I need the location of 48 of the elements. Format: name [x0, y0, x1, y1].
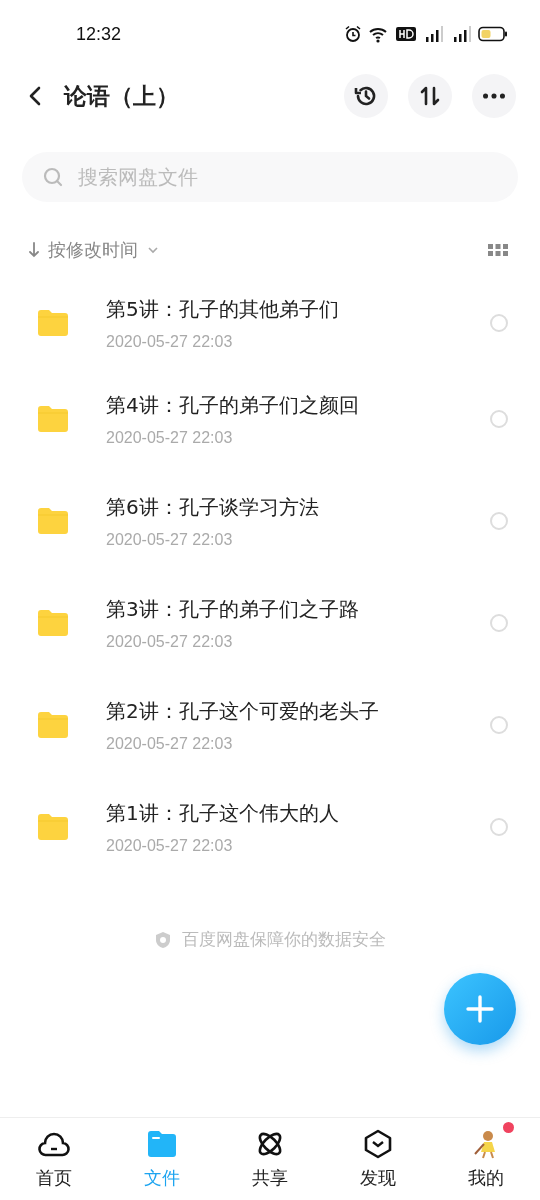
battery-icon: [478, 26, 508, 42]
folder-icon: [36, 812, 70, 842]
folder-name[interactable]: 第3讲：孔子的弟子们之子路: [106, 595, 490, 623]
folder-icon: [36, 710, 70, 740]
modified-date: 2020-05-27 22:03: [106, 332, 234, 351]
page-title: 论语（上）: [64, 81, 180, 111]
folder-icon: [36, 608, 70, 638]
select-radio[interactable]: [490, 512, 508, 530]
folder-icon: [147, 1130, 177, 1158]
folder-name[interactable]: 第1讲：孔子这个伟大的人: [106, 799, 490, 827]
more-icon: [483, 93, 505, 99]
folder-name[interactable]: 第5讲：孔子的其他弟子们: [106, 295, 490, 323]
status-time: 12:32: [76, 23, 122, 45]
modified-date: 2020-05-27 22:03: [106, 734, 234, 753]
add-button[interactable]: [444, 973, 516, 1045]
hexagon-icon: [363, 1129, 393, 1159]
nav-tab[interactable]: 发现: [324, 1118, 432, 1200]
modified-date: 2020-05-27 22:03: [106, 632, 234, 651]
shield-icon: [154, 930, 172, 949]
back-icon: [28, 85, 42, 107]
modified-date: 2020-05-27 22:03: [106, 428, 234, 447]
nav-tab[interactable]: 共享: [216, 1118, 324, 1200]
select-radio[interactable]: [490, 818, 508, 836]
folder-icon: [36, 308, 70, 338]
folder-name[interactable]: 第6讲：孔子谈学习方法: [106, 493, 490, 521]
hd-icon: [396, 26, 416, 42]
select-radio[interactable]: [490, 716, 508, 734]
select-radio[interactable]: [490, 314, 508, 332]
modified-date: 2020-05-27 22:03: [106, 836, 234, 855]
more-button[interactable]: [472, 74, 516, 118]
sort-button[interactable]: [408, 74, 452, 118]
search-field[interactable]: 搜索网盘文件: [22, 152, 518, 202]
folder-icon: [36, 404, 70, 434]
modified-date: 2020-05-27 22:03: [106, 530, 234, 549]
folder-name[interactable]: 第4讲：孔子的弟子们之颜回: [106, 391, 490, 419]
nav-tab[interactable]: 首页: [0, 1118, 108, 1200]
grid-view-icon[interactable]: [488, 243, 508, 257]
sort-dropdown[interactable]: 按修改时间: [28, 238, 160, 262]
select-radio[interactable]: [490, 410, 508, 428]
history-button[interactable]: [344, 74, 388, 118]
down-arrow-icon: [28, 241, 40, 259]
nav-tab[interactable]: 我的: [432, 1118, 540, 1200]
folder-icon: [36, 506, 70, 536]
plus-icon: [465, 994, 495, 1024]
select-radio[interactable]: [490, 614, 508, 632]
folder-name[interactable]: 第2讲：孔子这个可爱的老头子: [106, 697, 490, 725]
alarm-icon: [344, 25, 362, 43]
security-note: 百度网盘保障你的数据安全: [182, 928, 386, 951]
